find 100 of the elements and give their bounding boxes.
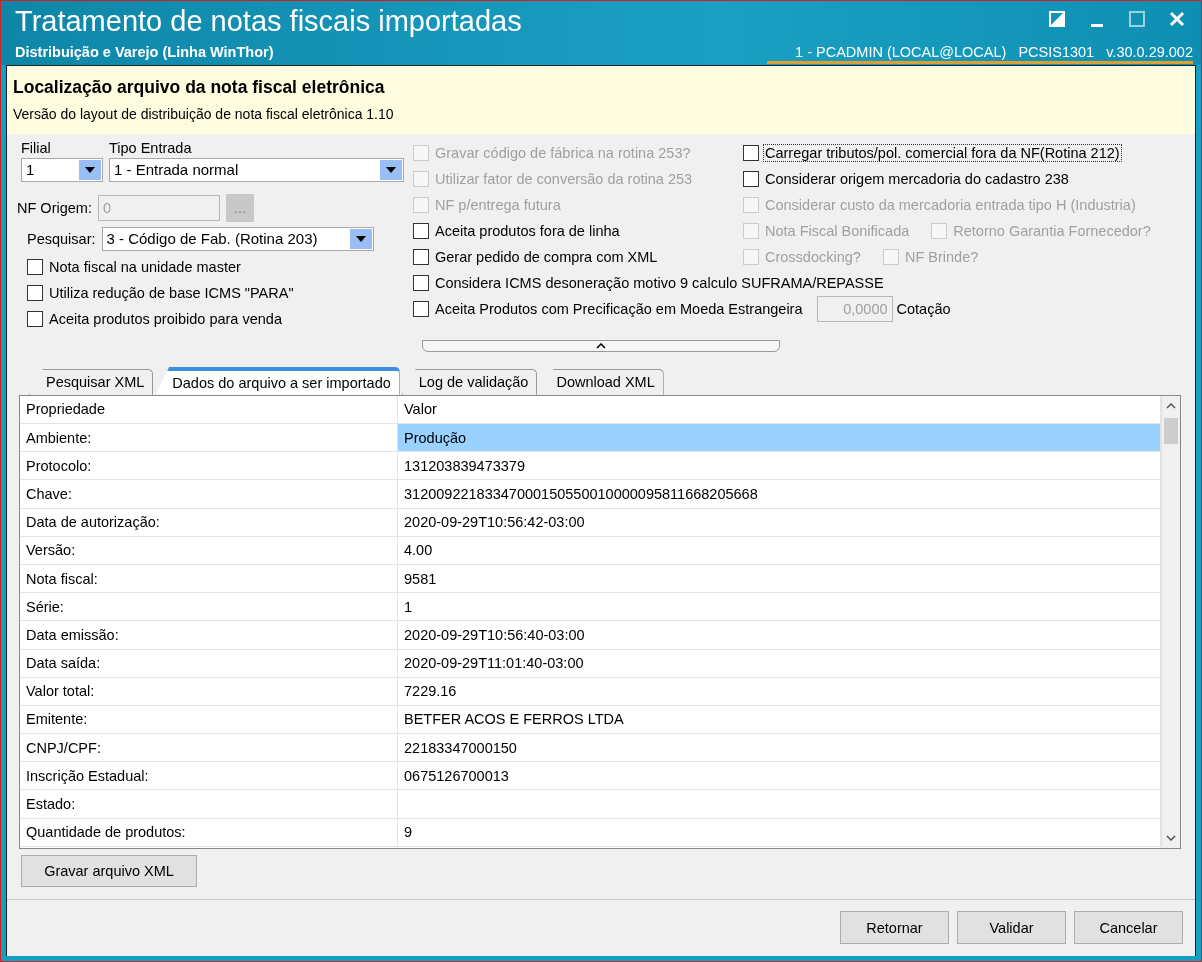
checkbox[interactable] (413, 248, 429, 265)
input-field: 0,0000 (816, 295, 893, 322)
chevron-down-icon (1166, 834, 1176, 841)
checkbox[interactable] (743, 144, 759, 161)
table-row[interactable]: Data saída: 2020-09-29T11:01:40-03:00 (20, 649, 1161, 678)
section-subtitle: Versão do layout de distribuição de nota fiscal eletrônica 1.10 (13, 106, 395, 123)
dropdown-value: 1 - Entrada normal (114, 161, 240, 179)
dropdown-button[interactable] (79, 159, 101, 180)
close-icon (1169, 11, 1185, 27)
checkbox-label: Utilizar fator de conversão da rotina 253 (434, 169, 694, 188)
table-cell: Data de autorização: (20, 508, 398, 536)
table-cell: Inscrição Estadual: (20, 762, 398, 790)
dropdown[interactable]: 1 - Entrada normal (109, 157, 404, 182)
tab[interactable]: Dados do arquivo a ser importado (155, 366, 400, 395)
checkbox[interactable] (743, 170, 759, 187)
window-subtitle: Distribuição e Varejo (Linha WinThor) (15, 44, 274, 60)
checkbox-label: NF Brinde? (903, 247, 980, 266)
table-cell: Chave: (20, 480, 398, 508)
table-row[interactable]: Chave: 31200922183347000150550010000095811668205668 (20, 480, 1161, 509)
minimize-icon (1091, 24, 1103, 27)
dropdown-button[interactable] (349, 228, 372, 249)
field-label: Pesquisar: (27, 230, 96, 247)
table-row[interactable]: Protocolo: 131203839473379 (20, 452, 1161, 481)
table-row[interactable]: Série: 1 (20, 593, 1161, 622)
table-cell: Emitente: (20, 705, 398, 734)
table-row[interactable]: CNPJ/CPF: 22183347000150 (20, 734, 1161, 763)
table-cell: Estado: (20, 790, 398, 818)
dropdown-value: 3 - Código de Fab. (Rotina 203) (106, 230, 319, 248)
dropdown[interactable]: 1 (21, 157, 103, 182)
checkbox-label: Nota Fiscal Bonificada (764, 221, 911, 240)
checkbox-label: Retorno Garantia Fornecedor? (952, 221, 1152, 240)
caret-icon (85, 166, 95, 173)
table-row[interactable]: Quantidade de produtos: 9 (20, 818, 1161, 847)
table-row[interactable]: Versão: 4.00 (20, 536, 1161, 565)
save-xml-button[interactable]: Gravar arquivo XML (21, 854, 197, 887)
routine-code: PCSIS1301 (1018, 44, 1095, 60)
table-cell: Data saída: (20, 649, 398, 677)
window-title: Tratamento de notas fiscais importadas (15, 5, 522, 38)
caret-icon (355, 235, 366, 242)
field-label: Tipo Entrada (109, 139, 193, 156)
splitter-handle[interactable] (422, 340, 780, 353)
checkbox[interactable] (27, 284, 43, 301)
section-title: Localização arquivo da nota fiscal eletrônica (13, 77, 386, 99)
checkbox-label: Crossdocking? (764, 247, 862, 266)
checkbox[interactable] (27, 310, 43, 327)
table-row[interactable]: Data de autorização: 2020-09-29T10:56:42-03:00 (20, 508, 1161, 537)
checkbox-label: Considerar custo da mercadoria entrada tipo H (Industria) (764, 195, 1137, 214)
table-cell: Quantidade de produtos: (20, 818, 398, 846)
table-cell: Série: (20, 593, 398, 621)
checkbox-label: Gerar pedido de compra com XML (434, 247, 659, 266)
close-button[interactable] (1167, 9, 1187, 29)
checkbox-label: NF p/entrega futura (434, 195, 562, 214)
checkbox[interactable] (413, 222, 429, 239)
table-row[interactable]: Emitente: BETFER ACOS E FERROS LTDA (20, 705, 1161, 735)
dialog-button[interactable]: Retornar (840, 911, 949, 945)
table-row[interactable]: Inscrição Estadual: 0675126700013 (20, 762, 1161, 791)
dialog-button[interactable]: Validar (957, 911, 1066, 945)
dropdown[interactable]: 3 - Código de Fab. (Rotina 203) (101, 226, 374, 251)
field-label: Filial (21, 139, 52, 156)
table-cell: Protocolo: (20, 452, 398, 480)
field-label: Cotação (896, 300, 951, 317)
checkbox-label: Carregar tributos/pol. comercial fora da NF(Rotina 212) (763, 143, 1122, 162)
table-cell: CNPJ/CPF: (20, 734, 398, 762)
maximize-button[interactable] (1127, 9, 1147, 29)
checkbox[interactable] (413, 300, 429, 317)
maximize-icon (1129, 11, 1145, 27)
chevron-up-icon (1166, 402, 1176, 409)
window-mode-button[interactable] (1047, 9, 1067, 29)
dropdown-value: 1 (26, 161, 36, 179)
checkbox-label: Considera ICMS desoneração motivo 9 calculo SUFRAMA/REPASSE (434, 273, 885, 292)
dialog-button[interactable]: Cancelar (1074, 911, 1183, 945)
checkbox-label: Utiliza redução de base ICMS "PARA" (48, 283, 295, 302)
checkbox-label: Nota fiscal na unidade master (48, 257, 242, 276)
table-row[interactable]: Data emissão: 2020-09-29T10:56:40-03:00 (20, 621, 1161, 650)
scrollbar[interactable] (1161, 395, 1180, 848)
table-row[interactable]: Ambiente: Produção (20, 424, 1161, 453)
checkbox-label: Considerar origem mercadoria do cadastro 238 (764, 169, 1070, 188)
column-header: Propriedade (20, 395, 398, 423)
checkbox[interactable] (413, 274, 429, 291)
table-cell: Versão: (20, 536, 398, 564)
table-row[interactable]: Nota fiscal: 9581 (20, 564, 1161, 594)
table-cell: Data emissão: (20, 621, 398, 649)
table-cell: Nota fiscal: (20, 564, 398, 593)
tab[interactable]: Log de validação (401, 368, 538, 395)
field-label: NF Origem: (17, 199, 92, 216)
checkbox-label: Aceita produtos proibido para venda (48, 309, 283, 328)
user-info: 1 - PCADMIN (LOCAL@LOCAL) (795, 44, 1007, 60)
version-text: v.30.0.29.002 (1106, 44, 1193, 60)
chevron-up-icon (596, 343, 606, 350)
table-row[interactable]: Estado: (20, 790, 1161, 819)
tab[interactable]: Download XML (539, 368, 664, 395)
dropdown-button[interactable] (380, 159, 402, 180)
tab[interactable]: Pesquisar XML (29, 368, 154, 395)
scroll-thumb[interactable] (1164, 417, 1178, 444)
checkbox-label: Aceita Produtos com Precificação em Moeda Estrangeira (434, 299, 804, 318)
half-filled-square-icon (1049, 11, 1065, 27)
checkbox[interactable] (27, 258, 43, 275)
table-row[interactable]: Valor total: 7229.16 (20, 677, 1161, 706)
checkbox-label: Gravar código de fábrica na rotina 253? (434, 143, 692, 162)
input-field: 0 (97, 194, 220, 221)
